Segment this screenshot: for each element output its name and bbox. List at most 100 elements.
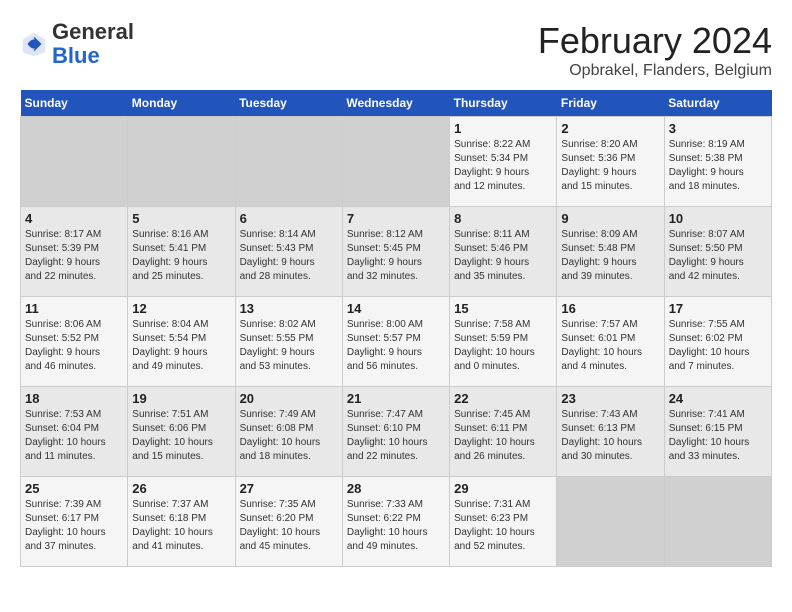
calendar-cell: 6 Sunrise: 8:14 AM Sunset: 5:43 PM Daylig…: [235, 207, 342, 297]
day-info: Sunrise: 7:58 AM Sunset: 5:59 PM Dayligh…: [454, 318, 552, 374]
day-number: 2: [561, 121, 659, 136]
day-header-friday: Friday: [557, 90, 664, 117]
logo-icon: [20, 30, 48, 58]
day-info: Sunrise: 7:39 AM Sunset: 6:17 PM Dayligh…: [25, 498, 123, 554]
day-info: Sunrise: 8:07 AM Sunset: 5:50 PM Dayligh…: [669, 228, 767, 284]
calendar-cell: 1 Sunrise: 8:22 AM Sunset: 5:34 PM Daylig…: [450, 117, 557, 207]
calendar-cell: 26 Sunrise: 7:37 AM Sunset: 6:18 PM Dayli…: [128, 477, 235, 567]
day-number: 14: [347, 301, 445, 316]
day-number: 27: [240, 481, 338, 496]
day-info: Sunrise: 7:41 AM Sunset: 6:15 PM Dayligh…: [669, 408, 767, 464]
day-info: Sunrise: 8:02 AM Sunset: 5:55 PM Dayligh…: [240, 318, 338, 374]
calendar-table: SundayMondayTuesdayWednesdayThursdayFrid…: [20, 90, 772, 567]
calendar-cell: 27 Sunrise: 7:35 AM Sunset: 6:20 PM Dayli…: [235, 477, 342, 567]
day-info: Sunrise: 8:19 AM Sunset: 5:38 PM Dayligh…: [669, 138, 767, 194]
day-number: 8: [454, 211, 552, 226]
day-header-sunday: Sunday: [21, 90, 128, 117]
calendar-cell: 10 Sunrise: 8:07 AM Sunset: 5:50 PM Dayli…: [664, 207, 771, 297]
day-info: Sunrise: 7:31 AM Sunset: 6:23 PM Dayligh…: [454, 498, 552, 554]
day-header-saturday: Saturday: [664, 90, 771, 117]
day-number: 11: [25, 301, 123, 316]
calendar-subtitle: Opbrakel, Flanders, Belgium: [538, 62, 772, 80]
calendar-week-row: 11 Sunrise: 8:06 AM Sunset: 5:52 PM Dayli…: [21, 297, 772, 387]
day-number: 6: [240, 211, 338, 226]
calendar-cell: 12 Sunrise: 8:04 AM Sunset: 5:54 PM Dayli…: [128, 297, 235, 387]
day-info: Sunrise: 7:49 AM Sunset: 6:08 PM Dayligh…: [240, 408, 338, 464]
calendar-cell: 18 Sunrise: 7:53 AM Sunset: 6:04 PM Dayli…: [21, 387, 128, 477]
day-info: Sunrise: 8:17 AM Sunset: 5:39 PM Dayligh…: [25, 228, 123, 284]
day-number: 7: [347, 211, 445, 226]
day-number: 15: [454, 301, 552, 316]
day-info: Sunrise: 7:55 AM Sunset: 6:02 PM Dayligh…: [669, 318, 767, 374]
calendar-cell: 29 Sunrise: 7:31 AM Sunset: 6:23 PM Dayli…: [450, 477, 557, 567]
logo-general-text: General: [52, 19, 134, 44]
day-info: Sunrise: 7:43 AM Sunset: 6:13 PM Dayligh…: [561, 408, 659, 464]
day-header-monday: Monday: [128, 90, 235, 117]
day-number: 17: [669, 301, 767, 316]
calendar-cell: 15 Sunrise: 7:58 AM Sunset: 5:59 PM Dayli…: [450, 297, 557, 387]
day-number: 26: [132, 481, 230, 496]
day-number: 22: [454, 391, 552, 406]
calendar-week-row: 25 Sunrise: 7:39 AM Sunset: 6:17 PM Dayli…: [21, 477, 772, 567]
day-number: 1: [454, 121, 552, 136]
day-info: Sunrise: 8:00 AM Sunset: 5:57 PM Dayligh…: [347, 318, 445, 374]
calendar-cell: 9 Sunrise: 8:09 AM Sunset: 5:48 PM Daylig…: [557, 207, 664, 297]
calendar-cell: 22Sunrise: 7:45 AM Sunset: 6:11 PM Dayli…: [450, 387, 557, 477]
calendar-cell: 2 Sunrise: 8:20 AM Sunset: 5:36 PM Daylig…: [557, 117, 664, 207]
calendar-cell: 19 Sunrise: 7:51 AM Sunset: 6:06 PM Dayli…: [128, 387, 235, 477]
calendar-cell: 11 Sunrise: 8:06 AM Sunset: 5:52 PM Dayli…: [21, 297, 128, 387]
calendar-cell: 3Sunrise: 8:19 AM Sunset: 5:38 PM Daylig…: [664, 117, 771, 207]
calendar-cell: 13 Sunrise: 8:02 AM Sunset: 5:55 PM Dayli…: [235, 297, 342, 387]
day-info: Sunrise: 7:47 AM Sunset: 6:10 PM Dayligh…: [347, 408, 445, 464]
day-info: Sunrise: 8:12 AM Sunset: 5:45 PM Dayligh…: [347, 228, 445, 284]
day-number: 19: [132, 391, 230, 406]
calendar-cell: 28Sunrise: 7:33 AM Sunset: 6:22 PM Dayli…: [342, 477, 449, 567]
calendar-cell: 21 Sunrise: 7:47 AM Sunset: 6:10 PM Dayli…: [342, 387, 449, 477]
day-info: Sunrise: 8:22 AM Sunset: 5:34 PM Dayligh…: [454, 138, 552, 194]
day-number: 23: [561, 391, 659, 406]
day-info: Sunrise: 8:06 AM Sunset: 5:52 PM Dayligh…: [25, 318, 123, 374]
day-number: 18: [25, 391, 123, 406]
calendar-week-row: 4 Sunrise: 8:17 AM Sunset: 5:39 PM Daylig…: [21, 207, 772, 297]
calendar-cell: [235, 117, 342, 207]
page-header: General Blue February 2024 Opbrakel, Fla…: [20, 20, 772, 80]
day-info: Sunrise: 7:51 AM Sunset: 6:06 PM Dayligh…: [132, 408, 230, 464]
calendar-cell: [342, 117, 449, 207]
day-info: Sunrise: 7:37 AM Sunset: 6:18 PM Dayligh…: [132, 498, 230, 554]
calendar-cell: 23 Sunrise: 7:43 AM Sunset: 6:13 PM Dayli…: [557, 387, 664, 477]
calendar-cell: 14 Sunrise: 8:00 AM Sunset: 5:57 PM Dayli…: [342, 297, 449, 387]
calendar-cell: 5 Sunrise: 8:16 AM Sunset: 5:41 PM Daylig…: [128, 207, 235, 297]
day-number: 24: [669, 391, 767, 406]
calendar-cell: 16Sunrise: 7:57 AM Sunset: 6:01 PM Dayli…: [557, 297, 664, 387]
calendar-week-row: 1 Sunrise: 8:22 AM Sunset: 5:34 PM Daylig…: [21, 117, 772, 207]
day-number: 21: [347, 391, 445, 406]
calendar-header-row: SundayMondayTuesdayWednesdayThursdayFrid…: [21, 90, 772, 117]
day-info: Sunrise: 8:20 AM Sunset: 5:36 PM Dayligh…: [561, 138, 659, 194]
day-info: Sunrise: 7:35 AM Sunset: 6:20 PM Dayligh…: [240, 498, 338, 554]
day-number: 12: [132, 301, 230, 316]
day-number: 29: [454, 481, 552, 496]
day-header-tuesday: Tuesday: [235, 90, 342, 117]
day-info: Sunrise: 8:16 AM Sunset: 5:41 PM Dayligh…: [132, 228, 230, 284]
day-header-thursday: Thursday: [450, 90, 557, 117]
day-number: 10: [669, 211, 767, 226]
day-info: Sunrise: 7:53 AM Sunset: 6:04 PM Dayligh…: [25, 408, 123, 464]
calendar-cell: 24 Sunrise: 7:41 AM Sunset: 6:15 PM Dayli…: [664, 387, 771, 477]
calendar-cell: 7 Sunrise: 8:12 AM Sunset: 5:45 PM Daylig…: [342, 207, 449, 297]
day-info: Sunrise: 8:14 AM Sunset: 5:43 PM Dayligh…: [240, 228, 338, 284]
day-number: 20: [240, 391, 338, 406]
day-number: 5: [132, 211, 230, 226]
calendar-cell: [21, 117, 128, 207]
day-number: 9: [561, 211, 659, 226]
day-number: 4: [25, 211, 123, 226]
day-info: Sunrise: 8:09 AM Sunset: 5:48 PM Dayligh…: [561, 228, 659, 284]
day-number: 16: [561, 301, 659, 316]
day-info: Sunrise: 8:11 AM Sunset: 5:46 PM Dayligh…: [454, 228, 552, 284]
title-block: February 2024 Opbrakel, Flanders, Belgiu…: [538, 20, 772, 80]
day-number: 28: [347, 481, 445, 496]
day-info: Sunrise: 8:04 AM Sunset: 5:54 PM Dayligh…: [132, 318, 230, 374]
day-number: 25: [25, 481, 123, 496]
calendar-cell: 4 Sunrise: 8:17 AM Sunset: 5:39 PM Daylig…: [21, 207, 128, 297]
day-number: 13: [240, 301, 338, 316]
calendar-cell: [128, 117, 235, 207]
